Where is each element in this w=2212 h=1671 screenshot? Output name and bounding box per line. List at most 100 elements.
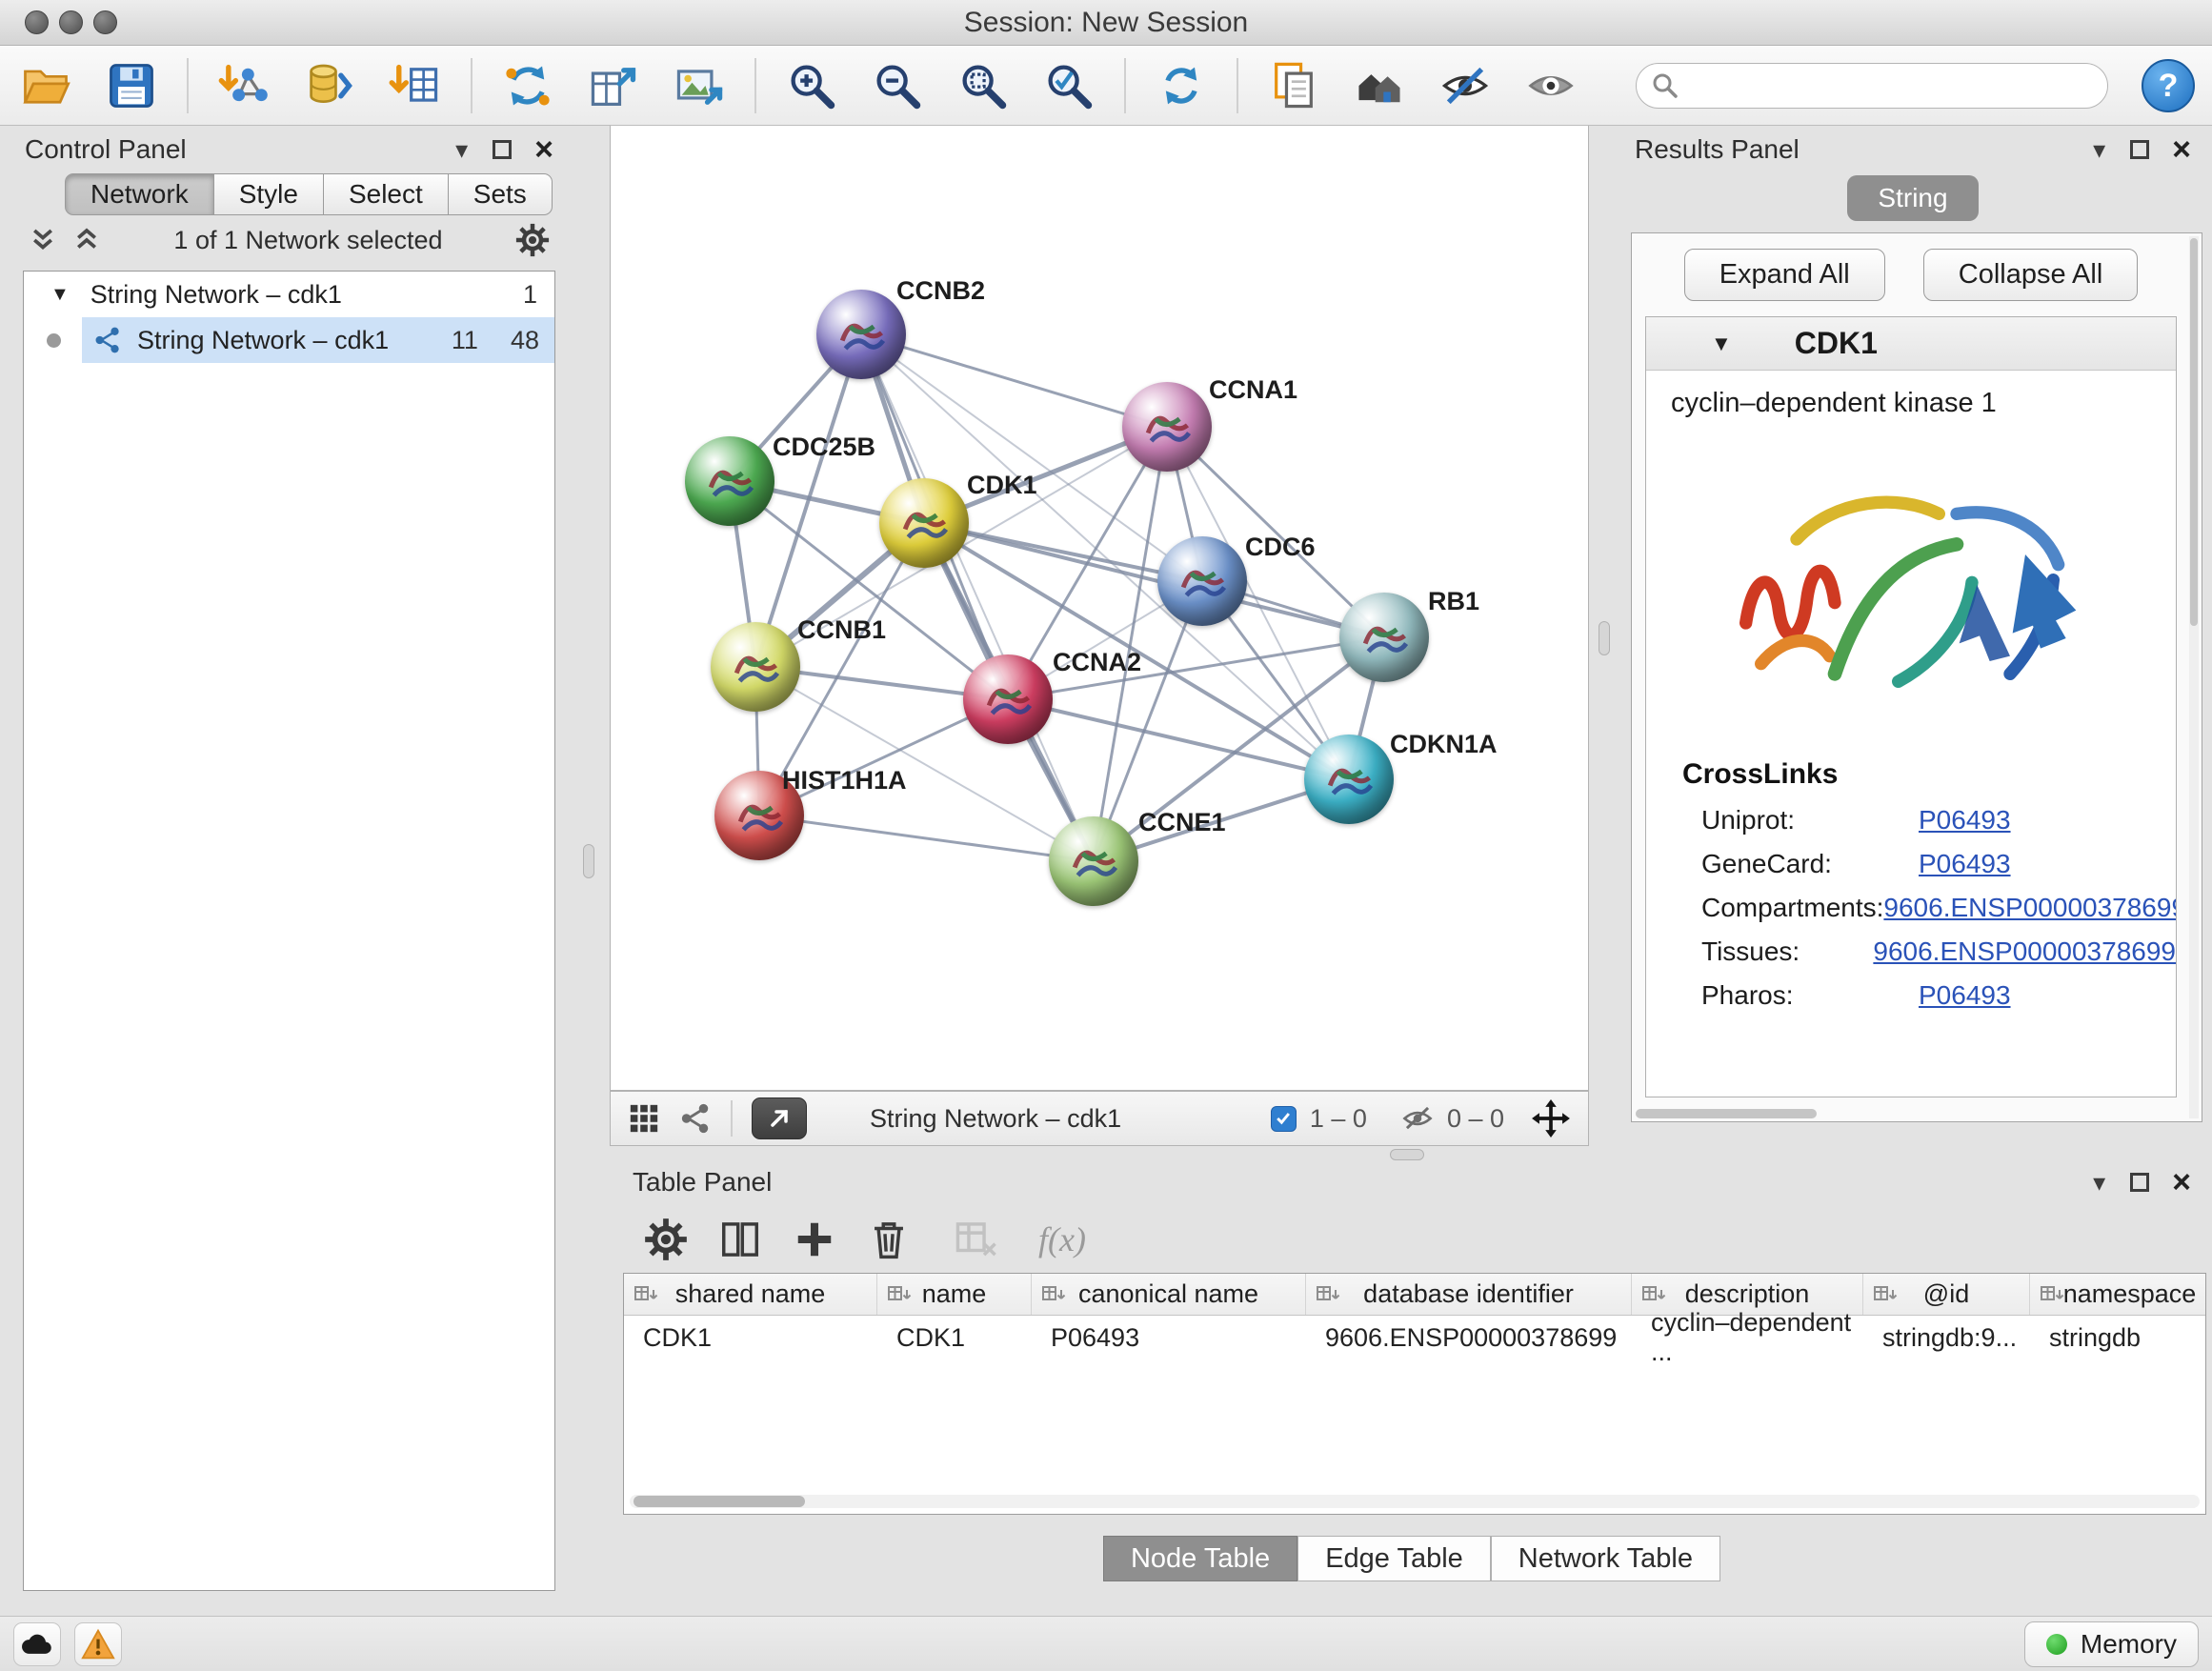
close-window-button[interactable] <box>25 10 49 34</box>
table-row[interactable]: CDK1CDK1P064939606.ENSP00000378699cyclin… <box>624 1316 2205 1359</box>
show-columns-icon[interactable] <box>718 1218 762 1261</box>
open-in-new-window-button[interactable] <box>752 1097 807 1139</box>
birdseye-grid-icon[interactable] <box>628 1102 660 1135</box>
network-node-CDK1[interactable] <box>879 478 969 568</box>
collapse-all-button[interactable]: Collapse All <box>1923 249 2139 301</box>
crosslink-value[interactable]: P06493 <box>1919 980 2011 1011</box>
tab-network-table[interactable]: Network Table <box>1491 1536 1720 1581</box>
tab-node-table[interactable]: Node Table <box>1103 1536 1297 1581</box>
string-tab-badge[interactable]: String <box>1847 175 1978 221</box>
crosslink-value[interactable]: 9606.ENSP00000378699 <box>1883 893 2177 923</box>
import-network-from-database-button[interactable] <box>297 53 362 118</box>
network-node-CCNA1[interactable] <box>1122 382 1212 472</box>
search-input[interactable] <box>1688 71 2092 101</box>
zoom-out-button[interactable] <box>865 53 930 118</box>
network-node-CDC6[interactable] <box>1157 536 1247 626</box>
network-from-table-button[interactable] <box>581 53 646 118</box>
tab-select[interactable]: Select <box>324 173 449 215</box>
expand-all-tree-icon[interactable] <box>72 226 101 254</box>
expand-all-button[interactable]: Expand All <box>1684 249 1885 301</box>
table-horizontal-scrollbar[interactable] <box>630 1495 2200 1508</box>
pan-move-icon[interactable] <box>1531 1098 1571 1138</box>
right-splitter-handle[interactable] <box>1599 621 1610 655</box>
network-node-RB1[interactable] <box>1339 593 1429 682</box>
float-panel-icon[interactable] <box>493 140 512 159</box>
float-panel-icon[interactable] <box>2130 140 2149 159</box>
memory-button[interactable]: Memory <box>2024 1621 2199 1667</box>
warnings-button[interactable] <box>74 1622 122 1666</box>
table-settings-gear-icon[interactable] <box>644 1218 688 1261</box>
column-header-database-identifier[interactable]: database identifier <box>1306 1274 1632 1315</box>
footer-separator <box>731 1100 733 1137</box>
zoom-window-button[interactable] <box>93 10 117 34</box>
refresh-view-button[interactable] <box>1149 53 1214 118</box>
network-edge-CCNB2-CCNA1[interactable] <box>861 334 1167 427</box>
tab-edge-table[interactable]: Edge Table <box>1297 1536 1491 1581</box>
bottom-splitter-handle[interactable] <box>1390 1149 1424 1160</box>
column-header-description[interactable]: description <box>1632 1274 1863 1315</box>
network-node-CCNB1[interactable] <box>711 622 800 712</box>
crosslink-value[interactable]: P06493 <box>1919 805 2011 836</box>
close-panel-icon[interactable]: × <box>2172 1170 2191 1195</box>
new-network-button[interactable] <box>495 53 560 118</box>
tab-network[interactable]: Network <box>65 173 214 215</box>
column-header-id[interactable]: @id <box>1863 1274 2030 1315</box>
panel-menu-icon[interactable]: ▾ <box>2093 1170 2105 1195</box>
crosslink-value[interactable]: P06493 <box>1919 849 2011 879</box>
selected-checkbox-icon[interactable] <box>1271 1106 1297 1132</box>
column-header-canonical-name[interactable]: canonical name <box>1032 1274 1306 1315</box>
close-panel-icon[interactable]: × <box>534 137 553 162</box>
show-all-button[interactable] <box>1518 53 1583 118</box>
network-node-label-CCNA1: CCNA1 <box>1209 375 1297 405</box>
network-node-CCNB2[interactable] <box>816 290 906 379</box>
copy-document-button[interactable] <box>1261 53 1326 118</box>
network-node-CCNE1[interactable] <box>1049 816 1138 906</box>
network-edge-CDK1-RB1[interactable] <box>924 523 1384 637</box>
network-collection-row[interactable]: ▼ String Network – cdk1 1 <box>24 272 554 317</box>
cloud-status-button[interactable] <box>13 1622 61 1666</box>
collapse-all-tree-icon[interactable] <box>29 226 57 254</box>
network-node-CDKN1A[interactable] <box>1304 735 1394 824</box>
tree-expander-icon[interactable]: ▼ <box>50 284 70 306</box>
panel-menu-icon[interactable]: ▾ <box>455 137 468 162</box>
column-header-name[interactable]: name <box>877 1274 1032 1315</box>
results-horizontal-scrollbar[interactable] <box>1636 1109 1817 1118</box>
export-image-button[interactable] <box>667 53 732 118</box>
open-session-button[interactable] <box>13 53 78 118</box>
add-column-icon[interactable] <box>793 1218 836 1261</box>
column-header-shared-name[interactable]: shared name <box>624 1274 877 1315</box>
network-options-gear-icon[interactable] <box>515 223 550 257</box>
results-vertical-scrollbar[interactable] <box>2189 236 2199 1118</box>
share-network-icon[interactable] <box>679 1102 712 1135</box>
tab-sets[interactable]: Sets <box>449 173 553 215</box>
global-search[interactable] <box>1636 63 2108 109</box>
zoom-in-button[interactable] <box>779 53 844 118</box>
gene-section-header[interactable]: ▼ CDK1 <box>1646 317 2176 371</box>
help-button[interactable]: ? <box>2142 59 2195 112</box>
import-network-from-file-button[interactable] <box>211 53 276 118</box>
zoom-selected-button[interactable] <box>1036 53 1101 118</box>
crosslink-row: Tissues:9606.ENSP00000378699 <box>1646 930 2176 974</box>
hidden-eye-slash-icon[interactable] <box>1401 1102 1434 1135</box>
tab-style[interactable]: Style <box>214 173 324 215</box>
network-node-CCNA2[interactable] <box>963 654 1053 744</box>
function-builder-button[interactable]: f(x) <box>1038 1219 1086 1259</box>
birdseye-home-button[interactable] <box>1347 53 1412 118</box>
delete-column-icon[interactable] <box>867 1218 911 1261</box>
zoom-fit-button[interactable] <box>951 53 1016 118</box>
network-canvas[interactable]: CCNB2CCNA1CDC25BCDK1CDC6RB1CCNB1CCNA2CDK… <box>610 126 1589 1091</box>
network-row-selected[interactable]: String Network – cdk1 11 48 <box>24 317 554 363</box>
left-splitter-handle[interactable] <box>583 844 594 878</box>
close-panel-icon[interactable]: × <box>2172 137 2191 162</box>
hide-selected-button[interactable] <box>1433 53 1498 118</box>
save-session-button[interactable] <box>99 53 164 118</box>
network-edge-HIST1H1A-CCNE1[interactable] <box>759 815 1094 861</box>
float-panel-icon[interactable] <box>2130 1173 2149 1192</box>
minimize-window-button[interactable] <box>59 10 83 34</box>
network-node-CDC25B[interactable] <box>685 436 774 526</box>
column-header-namespace[interactable]: namespace <box>2030 1274 2206 1315</box>
section-expander-icon[interactable]: ▼ <box>1711 332 1732 356</box>
import-table-button[interactable] <box>383 53 448 118</box>
panel-menu-icon[interactable]: ▾ <box>2093 137 2105 162</box>
crosslink-value[interactable]: 9606.ENSP00000378699 <box>1873 936 2176 967</box>
